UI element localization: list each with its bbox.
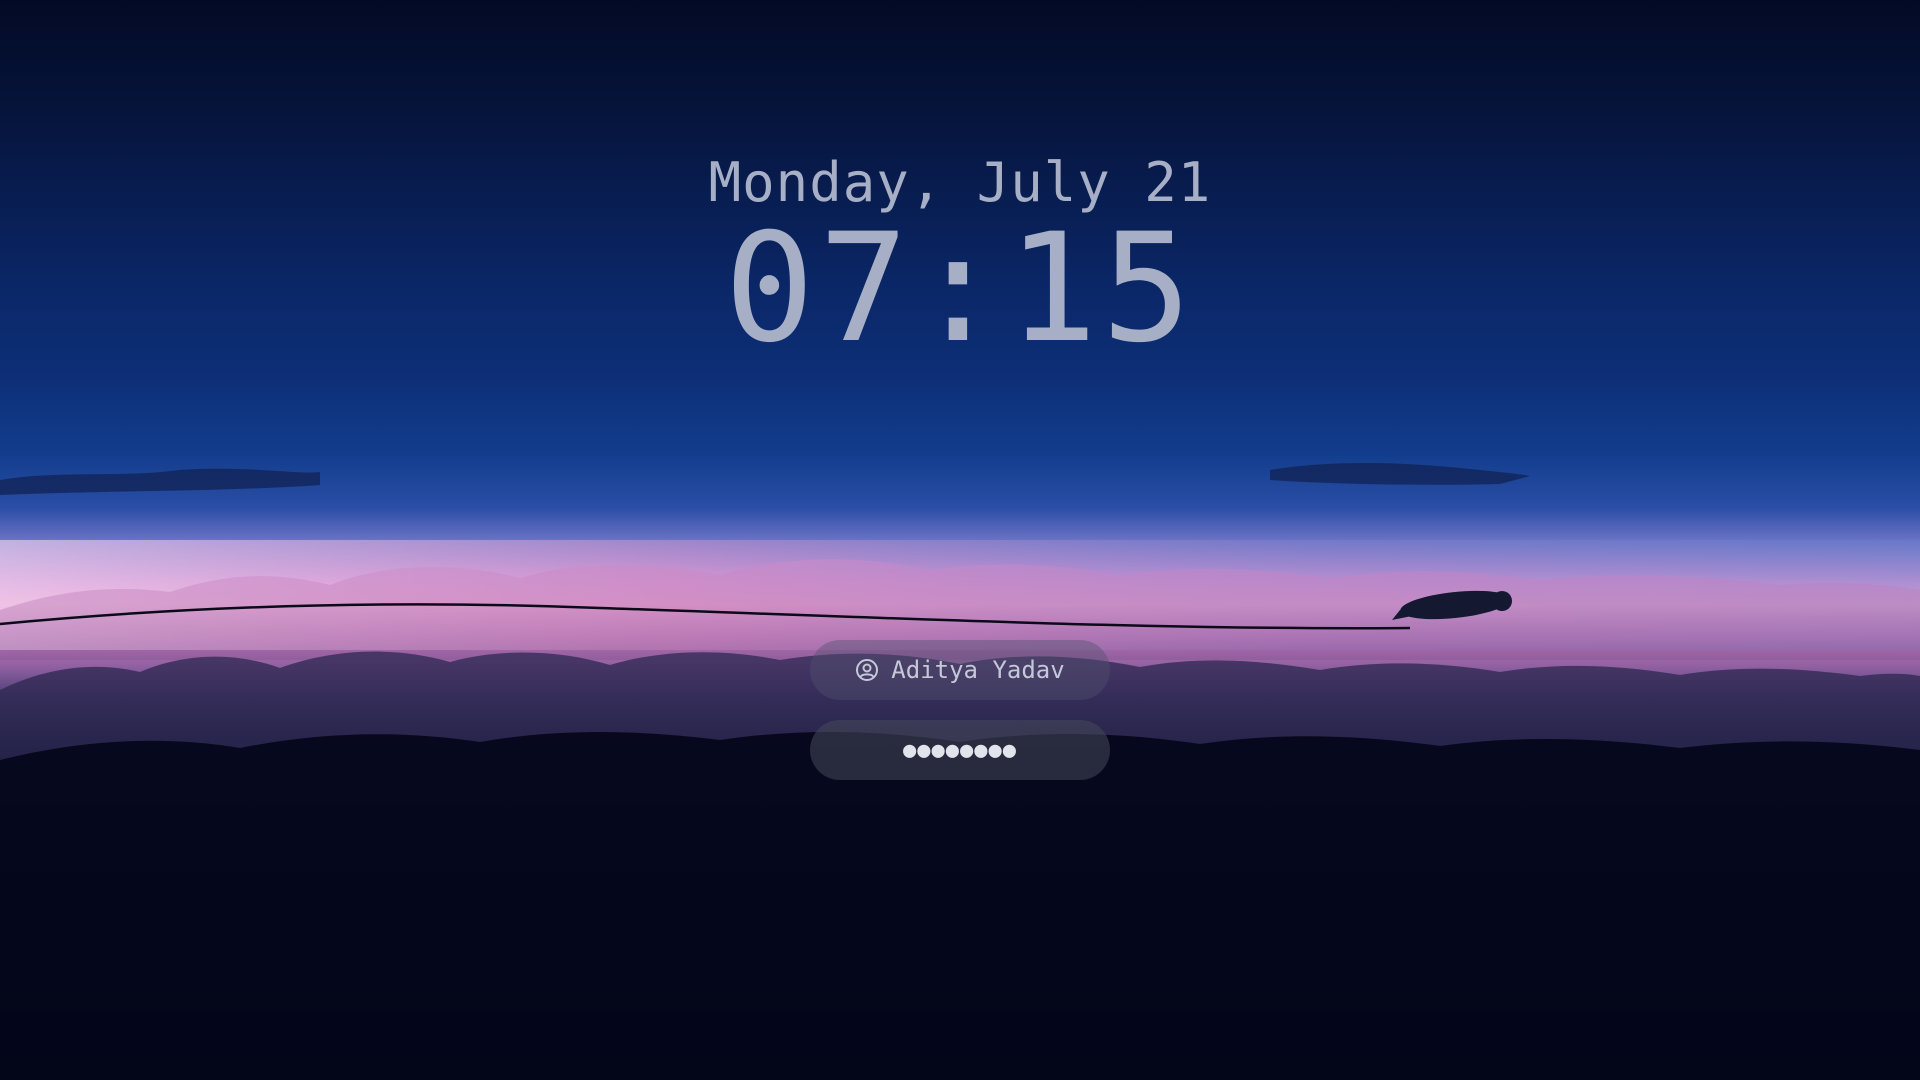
password-input[interactable]	[810, 719, 1110, 781]
user-circle-icon	[855, 658, 879, 682]
lock-screen: Monday, July 21 07:15 Aditya Yadav	[0, 0, 1920, 1080]
password-field-container	[810, 719, 1110, 781]
user-name-label: Aditya Yadav	[891, 656, 1065, 684]
clock-display: 07:15	[724, 202, 1196, 376]
user-selector[interactable]: Aditya Yadav	[810, 640, 1110, 700]
